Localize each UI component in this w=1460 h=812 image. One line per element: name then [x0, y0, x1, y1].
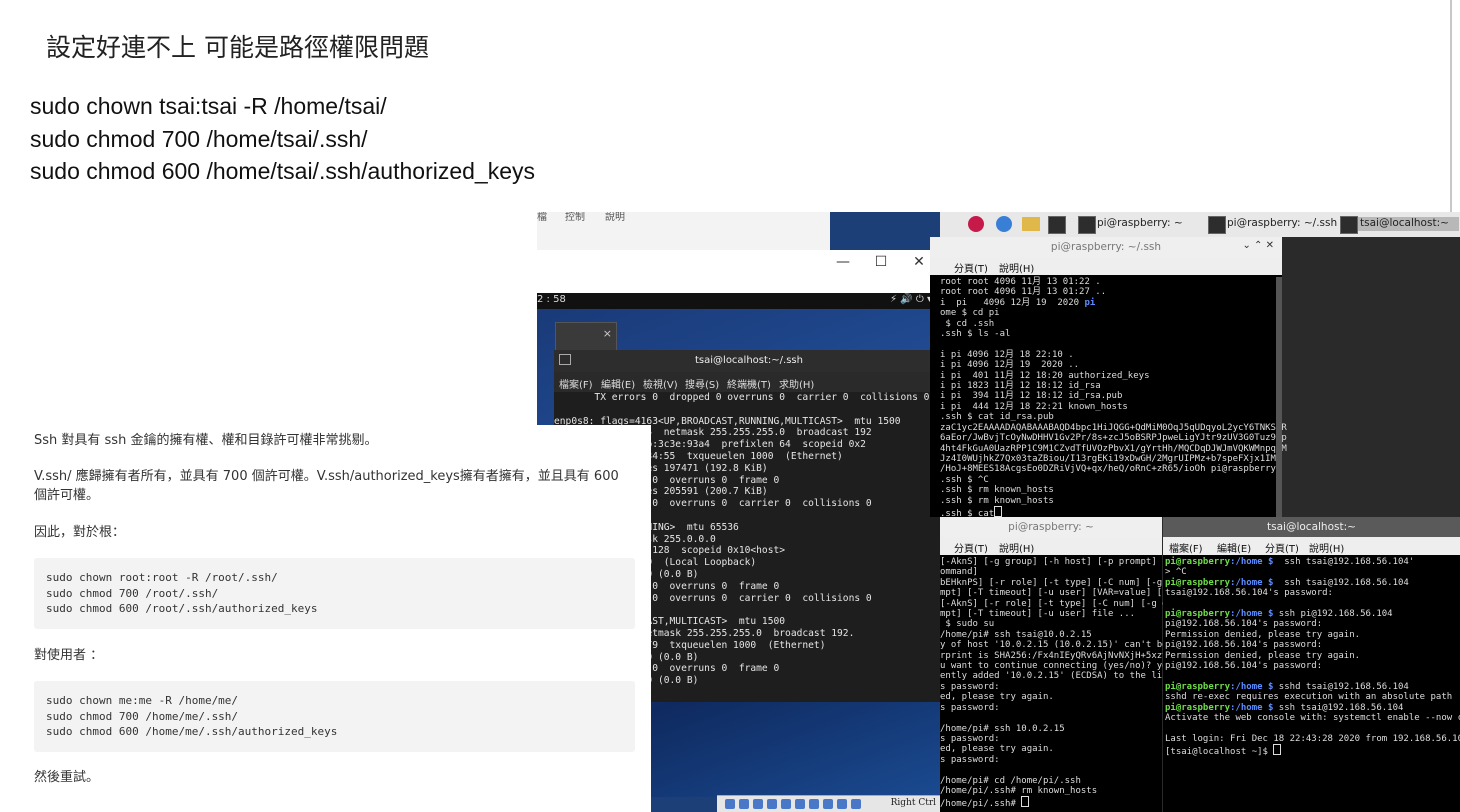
terminal-menubar: 檔案(F) 編輯(E) 分頁(T) 說明(H): [1163, 537, 1460, 555]
command-line: sudo chmod 600 /home/tsai/.ssh/authorize…: [30, 158, 536, 184]
menu-edit[interactable]: 編輯(E): [1217, 540, 1251, 555]
terminal-title: tsai@localhost:~: [1163, 517, 1460, 537]
terminal-launch-icon[interactable]: [1048, 216, 1066, 234]
code-content: sudo chown me:me -R /home/me/ sudo chmod…: [46, 694, 338, 738]
article-paragraph: V.ssh/ 應歸擁有者所有，並具有 700 個許可權。V.ssh/author…: [34, 469, 619, 503]
terminal-title: tsai@localhost:~/.ssh: [695, 355, 803, 366]
cursor: [1273, 744, 1282, 756]
menu-search[interactable]: 搜尋(S): [685, 376, 719, 391]
menu-tabs[interactable]: 分頁(T): [954, 540, 988, 555]
display-icon[interactable]: [795, 799, 805, 809]
guest-top-bar: 2 : 58 ⚡ 🔊 ⏻ ▾: [537, 293, 940, 309]
keyboard-icon[interactable]: [851, 799, 861, 809]
shared-folder-icon[interactable]: [781, 799, 791, 809]
menu-help[interactable]: 求助(H): [779, 376, 814, 391]
virtualbox-statusbar: Right Ctrl: [717, 795, 940, 812]
menu-file[interactable]: 檔案(F): [1169, 540, 1203, 555]
folder-icon[interactable]: [1022, 217, 1040, 231]
terminal-output: pi@raspberry:/home $ ssh tsai@192.168.56…: [1165, 557, 1460, 758]
page-heading: 設定好連不上 可能是路徑權限問題: [46, 33, 429, 62]
menu-file[interactable]: 檔案(F): [559, 376, 593, 391]
browser-icon[interactable]: [996, 216, 1012, 232]
taskbar-terminal-icon: [1340, 216, 1358, 234]
taskbar-terminal-icon: [1078, 216, 1096, 234]
terminal-output: root root 4096 11月 13 01:22 . root root …: [940, 277, 1287, 519]
terminal-pi-home: pi@raspberry: ~ 分頁(T) 說明(H) [-AknS] [-g …: [940, 517, 1173, 812]
mouse-integration-icon[interactable]: [837, 799, 847, 809]
code-content: sudo chown root:root -R /root/.ssh/ sudo…: [46, 571, 318, 615]
maximize-button[interactable]: ☐: [871, 254, 891, 270]
terminal-menubar: 分頁(T) 說明(H): [930, 257, 1282, 275]
terminal-output: [-AknS] [-g group] [-h host] [-p prompt]…: [940, 557, 1173, 810]
menu-edit[interactable]: 編輯(E): [601, 376, 635, 391]
taskbar-item[interactable]: pi@raspberry: ~/.ssh: [1227, 217, 1337, 229]
article-paragraph: 因此，對於根：: [34, 525, 126, 540]
menu-help[interactable]: 說明(H): [999, 540, 1034, 555]
taskbar-item[interactable]: pi@raspberry: ~: [1097, 217, 1183, 229]
background-dialog: ×: [555, 322, 617, 352]
optical-icon[interactable]: [739, 799, 749, 809]
minimize-button[interactable]: —: [833, 254, 853, 270]
recording-icon[interactable]: [809, 799, 819, 809]
terminal-pi-ssh: pi@raspberry: ~/.ssh ⌄ ⌃ ✕ 分頁(T) 說明(H) r…: [930, 237, 1287, 519]
network-icon[interactable]: [753, 799, 763, 809]
menu-view[interactable]: 檢視(V): [643, 376, 678, 391]
window-controls[interactable]: ⌄ ⌃ ✕: [1243, 240, 1275, 251]
embedded-screenshot: 檔 控制 說明 — ☐ ✕ 2 : 58 ⚡ 🔊 ⏻ ▾ × tsai@loca…: [537, 212, 1460, 812]
code-block: sudo chown me:me -R /home/me/ sudo chmod…: [34, 681, 635, 752]
menu-tabs[interactable]: 分頁(T): [954, 260, 988, 275]
close-icon[interactable]: ×: [603, 327, 612, 340]
menu-help[interactable]: 說明(H): [1309, 540, 1344, 555]
scrollbar[interactable]: [1276, 277, 1282, 517]
taskbar-item-active[interactable]: tsai@localhost:~: [1358, 217, 1459, 231]
terminal-menubar: 分頁(T) 說明(H): [940, 537, 1162, 555]
menu-item[interactable]: 檔: [537, 212, 547, 223]
storage-icon[interactable]: [725, 799, 735, 809]
article-paragraph: 然後重試。: [34, 770, 100, 785]
terminal-title: pi@raspberry: ~/.ssh: [930, 237, 1282, 257]
article-paragraph: Ssh 對具有 ssh 金鑰的擁有權、權和目錄許可權非常挑剔。: [34, 433, 378, 448]
cursor: [994, 505, 1003, 517]
menu-help[interactable]: 說明(H): [999, 260, 1034, 275]
host-key-label: Right Ctrl: [890, 798, 936, 808]
terminal-menubar: 檔案(F) 編輯(E) 檢視(V) 搜尋(S) 終端機(T) 求助(H): [554, 372, 944, 392]
system-tray-icons[interactable]: ⚡ 🔊 ⏻ ▾: [890, 294, 932, 305]
command-line: sudo chown tsai:tsai -R /home/tsai/: [30, 93, 387, 119]
terminal-title: pi@raspberry: ~: [940, 517, 1162, 537]
rpi-taskbar: pi@raspberry: ~ pi@raspberry: ~/.ssh tsa…: [940, 212, 1460, 237]
close-button[interactable]: ✕: [909, 254, 929, 270]
cursor: [1021, 796, 1030, 808]
taskbar-terminal-icon: [1208, 216, 1226, 234]
command-line: sudo chmod 700 /home/tsai/.ssh/: [30, 125, 368, 152]
code-block: sudo chown root:root -R /root/.ssh/ sudo…: [34, 558, 635, 629]
raspberry-menu-icon[interactable]: [968, 216, 984, 232]
menu-item[interactable]: 說明: [605, 212, 625, 223]
menu-item[interactable]: 控制: [565, 212, 585, 223]
article-paragraph: 對使用者 ：: [34, 648, 104, 663]
cpu-icon[interactable]: [823, 799, 833, 809]
raspberry-pi-desktop: pi@raspberry: ~ pi@raspberry: ~/.ssh tsa…: [930, 212, 1460, 812]
usb-icon[interactable]: [767, 799, 777, 809]
menu-terminal[interactable]: 終端機(T): [727, 376, 771, 391]
command-list: sudo chown tsai:tsai -R /home/tsai/ sudo…: [30, 90, 535, 188]
terminal-tsai-localhost: tsai@localhost:~ 檔案(F) 編輯(E) 分頁(T) 說明(H)…: [1163, 517, 1460, 812]
clock: 2 : 58: [537, 294, 566, 305]
terminal-titlebar: tsai@localhost:~/.ssh: [554, 350, 944, 372]
article-section: Ssh 對具有 ssh 金鑰的擁有權、權和目錄許可權非常挑剔。 V.ssh/ 應…: [0, 425, 651, 812]
window-top-strip: 檔 控制 說明: [537, 212, 830, 253]
menu-tabs[interactable]: 分頁(T): [1265, 540, 1299, 555]
